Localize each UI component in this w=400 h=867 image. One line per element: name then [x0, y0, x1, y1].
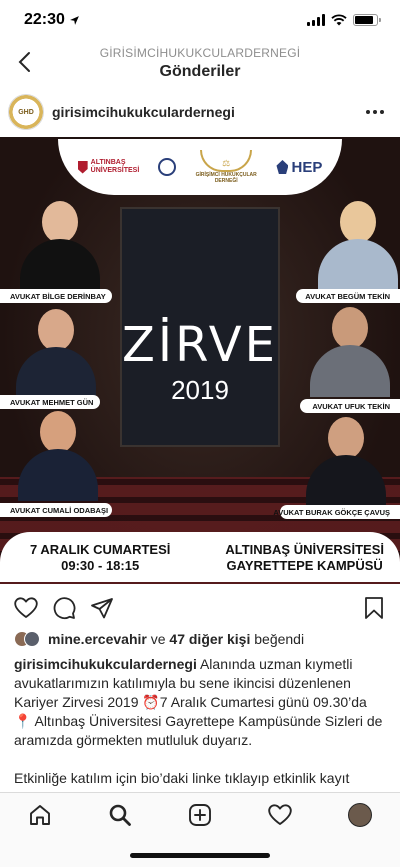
speaker-label: AVUKAT BİLGE DERİNBAY [0, 289, 112, 303]
speaker-photo [10, 199, 110, 291]
post-action-bar [0, 590, 400, 626]
home-icon [30, 804, 50, 825]
home-indicator[interactable] [130, 853, 270, 858]
share-button[interactable] [88, 594, 116, 622]
comment-button[interactable] [50, 594, 78, 622]
back-button[interactable] [10, 48, 38, 76]
liker-avatars [14, 631, 40, 647]
likes-suffix: beğendi [254, 631, 305, 647]
event-info-bar: 7 ARALIK CUMARTESİ 09:30 - 18:15 ALTINBA… [0, 532, 400, 582]
wifi-icon [331, 14, 347, 26]
cellular-signal-icon [307, 14, 325, 26]
speaker-photo [308, 199, 400, 291]
likes-connector: ve [150, 631, 166, 647]
more-options-button[interactable] [362, 102, 388, 122]
sponsor-logos: ALTINBAŞ ÜNİVERSİTESİ ⚖ GİRİŞİMCİ HUKUKÇ… [58, 139, 342, 195]
tab-home[interactable] [24, 799, 56, 831]
hep-logo: HEP [276, 159, 322, 176]
page-title: Gönderiler [159, 63, 241, 80]
battery-icon [353, 14, 381, 26]
clock-text: 22:30 [24, 11, 65, 28]
laurel-icon: ⚖ [200, 149, 253, 172]
altinbas-logo: ALTINBAŞ ÜNİVERSİTESİ [77, 159, 143, 174]
tab-activity[interactable] [264, 799, 296, 831]
likes-summary[interactable]: mine.ercevahir ve 47 diğer kişi beğendi [14, 628, 386, 650]
profile-avatar [348, 802, 372, 827]
status-bar: 22:30 [0, 0, 400, 40]
event-year: 2019 [171, 375, 229, 405]
tab-search[interactable] [104, 799, 136, 831]
likes-others[interactable]: 47 diğer kişi [169, 631, 250, 647]
post-image[interactable]: ALTINBAŞ ÜNİVERSİTESİ ⚖ GİRİŞİMCİ HUKUKÇ… [0, 137, 400, 584]
tab-new-post[interactable] [184, 799, 216, 831]
header-account-name[interactable]: GİRİSİMCİHUKUKCULARDERNEGİ [0, 46, 400, 60]
search-icon [109, 804, 131, 826]
shield-icon [77, 160, 88, 174]
speaker-label: AVUKAT CUMALİ ODABAŞI [0, 503, 112, 517]
more-icon [366, 110, 370, 114]
event-heading: ZİRVE 2019 [0, 317, 400, 406]
association-logo: ⚖ GİRİŞİMCİ HUKUKÇULAR DERNEĞİ [191, 149, 261, 185]
comment-icon [53, 597, 76, 620]
save-button[interactable] [360, 594, 388, 622]
status-time: 22:30 [24, 11, 80, 29]
event-venue: ALTINBAŞ ÜNİVERSİTESİ GAYRETTEPE KAMPÜSÜ [225, 542, 384, 574]
plus-square-icon [189, 803, 211, 826]
bookmark-icon [365, 597, 383, 619]
speaker-photo [296, 415, 396, 507]
speaker-label: AVUKAT BEGÜM TEKİN [296, 289, 400, 303]
event-datetime: 7 ARALIK CUMARTESİ 09:30 - 18:15 [30, 542, 171, 574]
chevron-left-icon [18, 52, 30, 72]
paper-plane-icon [91, 598, 113, 619]
battery-level [355, 16, 373, 24]
post-username[interactable]: girisimcihukukculardernegi [52, 104, 362, 120]
scale-icon [276, 160, 289, 174]
speaker-photo [8, 409, 108, 501]
seal-icon [157, 158, 176, 176]
avatar[interactable]: GHD [8, 94, 44, 130]
caption-username[interactable]: girisimcihukukculardernegi [14, 656, 197, 672]
status-icons [307, 14, 381, 26]
tab-profile[interactable] [344, 799, 376, 831]
event-title: ZİRVE [122, 317, 278, 373]
post-header: GHD girisimcihukukculardernegi [0, 88, 400, 136]
location-arrow-icon [70, 15, 79, 25]
heart-icon [14, 597, 38, 618]
avatar-text: GHD [18, 108, 34, 116]
speaker-label: AVUKAT BURAK GÖKÇE ÇAVUŞ [273, 505, 400, 519]
liker-username[interactable]: mine.ercevahir [48, 631, 147, 647]
heart-icon [268, 803, 292, 825]
like-button[interactable] [12, 594, 40, 622]
bottom-tab-bar [0, 792, 400, 836]
page-header: GİRİSİMCİHUKUKCULARDERNEGİ Gönderiler [0, 40, 400, 88]
